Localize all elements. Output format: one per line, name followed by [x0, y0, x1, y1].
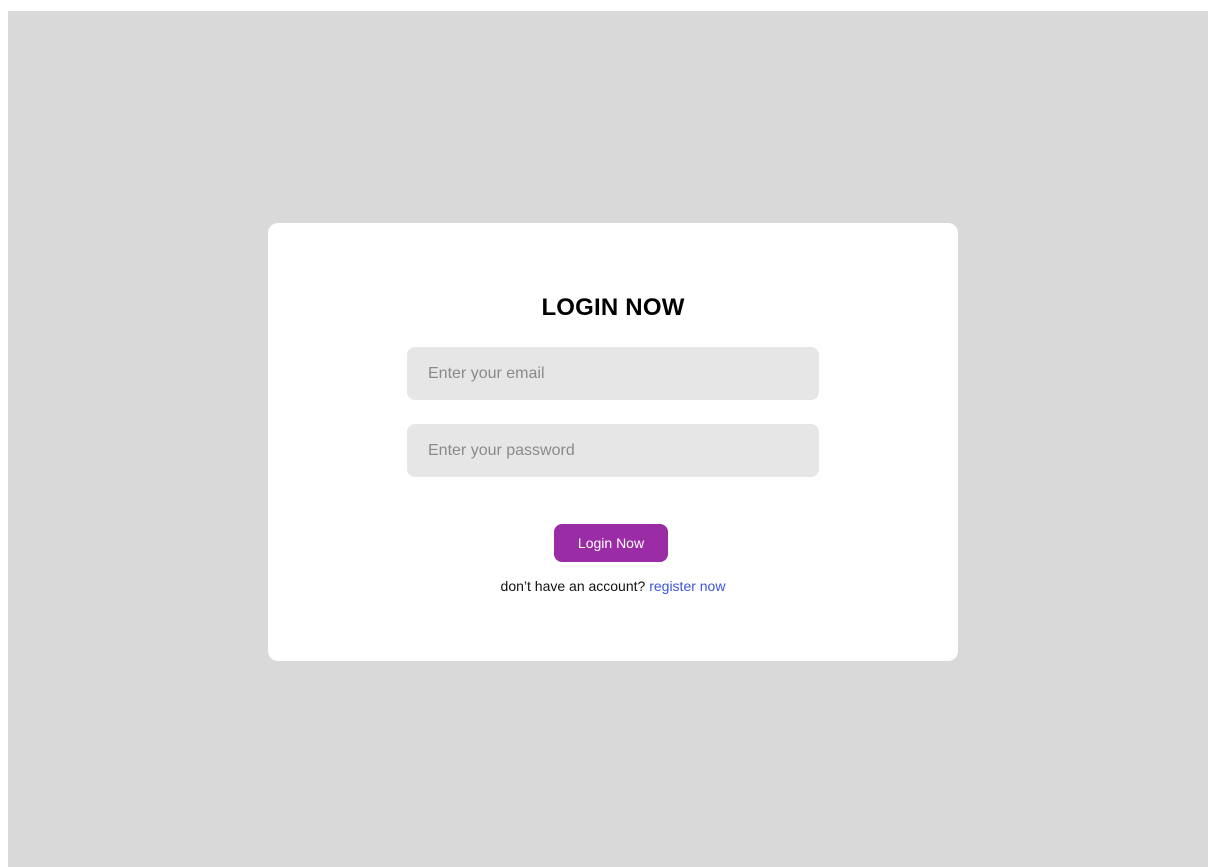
login-card: LOGIN NOW Login Now don’t have an accoun… — [268, 223, 958, 661]
login-title: LOGIN NOW — [541, 294, 685, 321]
password-input[interactable] — [407, 424, 819, 477]
register-prompt-text: don’t have an account? — [500, 578, 646, 594]
email-input[interactable] — [407, 347, 819, 400]
register-link[interactable]: register now — [649, 578, 725, 594]
page-background: LOGIN NOW Login Now don’t have an accoun… — [8, 11, 1208, 867]
login-button[interactable]: Login Now — [554, 524, 668, 562]
register-prompt-line: don’t have an account? register now — [268, 578, 958, 594]
